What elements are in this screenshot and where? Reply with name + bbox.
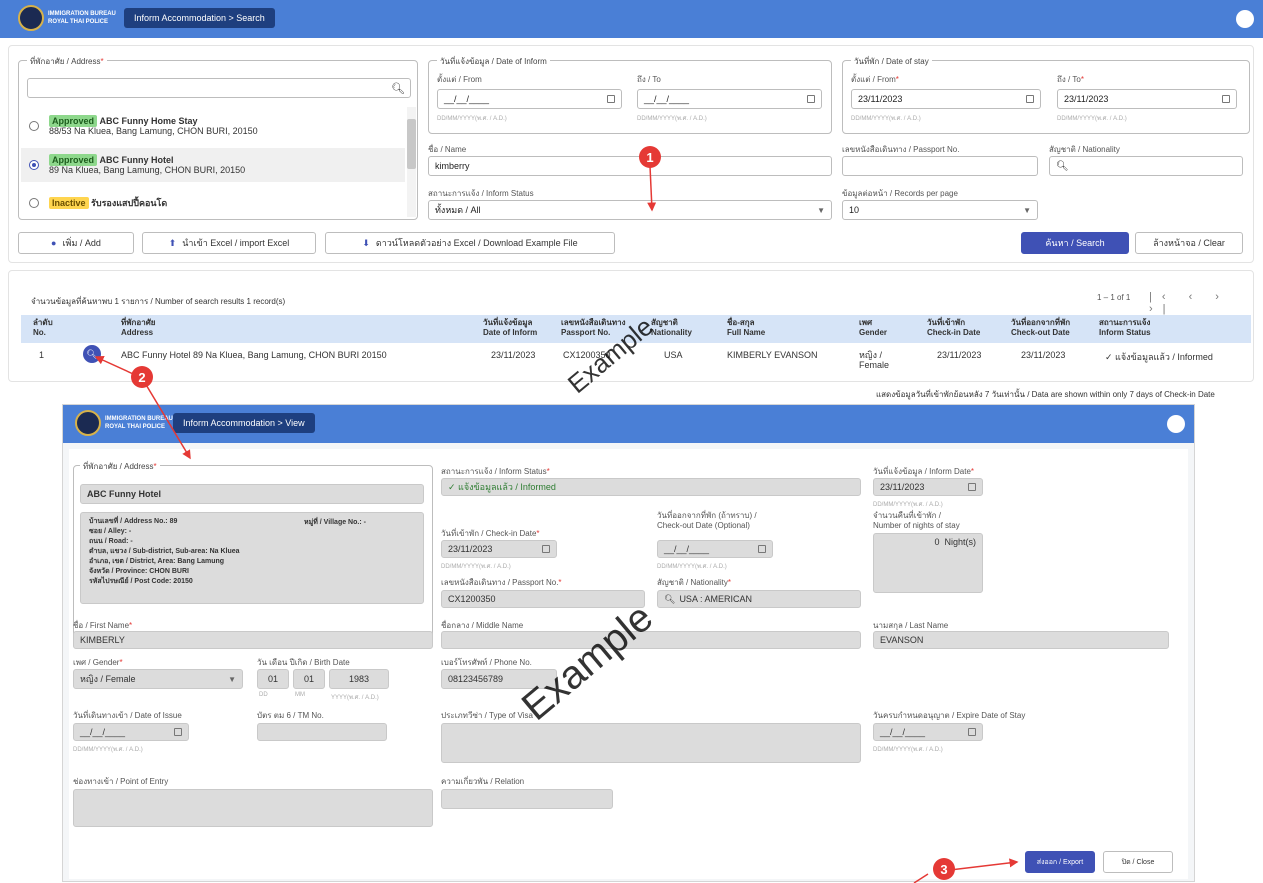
arrow-3-tail — [913, 873, 929, 883]
arrow-3 — [949, 858, 1019, 871]
step-marker-2: 2 — [131, 366, 153, 388]
arrow-2b — [141, 377, 191, 460]
step-marker-3: 3 — [933, 858, 955, 880]
step-marker-1: 1 — [639, 146, 661, 168]
arrow-1 — [647, 165, 657, 212]
annotation-arrows — [94, 165, 1019, 883]
